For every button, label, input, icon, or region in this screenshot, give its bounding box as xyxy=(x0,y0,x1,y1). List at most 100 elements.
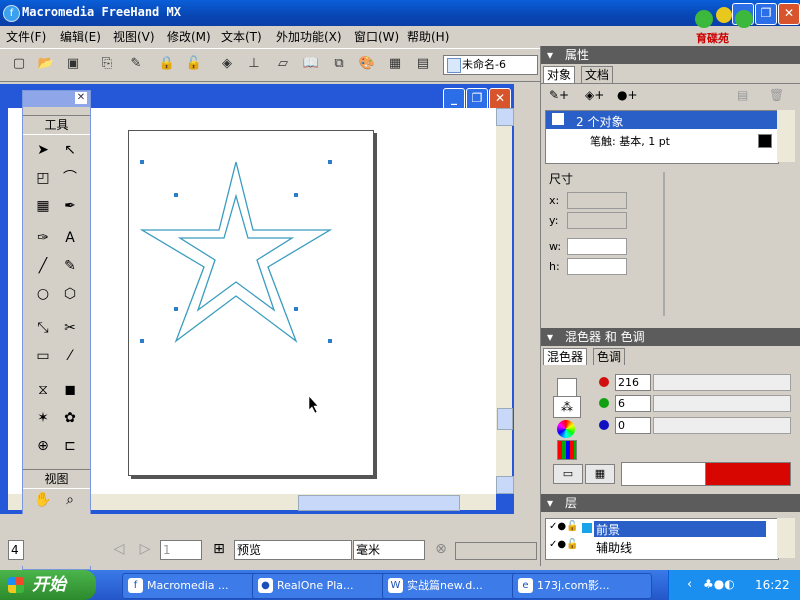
green-slider[interactable] xyxy=(653,395,791,412)
status-bar: 4 ◁ ▷ 1 ⊞ 预览 毫米 ⊗ xyxy=(0,514,540,566)
pointer-tool-icon[interactable]: ➤ xyxy=(32,139,54,161)
vertical-scrollbar[interactable] xyxy=(496,108,514,494)
duplicate-attribute-icon[interactable]: ▤ xyxy=(737,88,748,102)
brush-tool-icon[interactable]: ⁄ xyxy=(59,345,81,367)
lasso-tool-icon[interactable]: ⌒ xyxy=(59,167,81,189)
mouse-cursor-icon xyxy=(308,395,319,414)
windows-logo-icon xyxy=(8,577,24,593)
eyedropper-tool-icon[interactable]: ✒ xyxy=(59,195,81,217)
hand-tool-icon[interactable]: ✋ xyxy=(32,489,54,511)
add-stroke-icon[interactable]: ✎+ xyxy=(549,88,569,102)
stroke-row[interactable]: 笔触: 基本, 1 pt xyxy=(546,131,778,149)
delete-attribute-icon[interactable]: 🗑 xyxy=(769,88,784,102)
h-field[interactable] xyxy=(567,258,627,275)
layers-scrollbar[interactable] xyxy=(777,518,795,558)
system-tray: ‹ ♣●◐ 16:22 xyxy=(668,570,800,600)
view-mode-select[interactable]: 预览 xyxy=(234,540,352,560)
layer-color-swatch[interactable] xyxy=(582,523,592,533)
tools-panel-close-icon[interactable]: ✕ xyxy=(75,92,87,104)
pencil-tool-icon[interactable]: ✎ xyxy=(59,255,81,277)
x-field[interactable] xyxy=(567,192,627,209)
scroll-down-arrow-icon[interactable] xyxy=(496,476,514,494)
horizontal-scroll-thumb[interactable] xyxy=(298,495,460,511)
cancel-render-icon[interactable]: ⊗ xyxy=(430,538,452,560)
stroke-color-swatch[interactable] xyxy=(758,134,772,148)
system-color-icon[interactable] xyxy=(557,440,577,460)
blue-slider[interactable] xyxy=(653,417,791,434)
polygon-tool-icon[interactable]: ⬡ xyxy=(59,283,81,305)
mixer-panel-header: ▾ 混色器 和 色调 xyxy=(541,328,800,346)
red-value-field[interactable]: 216 xyxy=(615,374,651,391)
units-select[interactable]: 毫米 xyxy=(353,540,425,560)
ellipse-tool-icon[interactable]: ○ xyxy=(32,283,54,305)
add-to-swatches-icon[interactable]: ▭ xyxy=(553,464,583,484)
task-browser[interactable]: e 173j.com影... xyxy=(512,573,652,599)
tab-tints[interactable]: 色调 xyxy=(593,348,626,365)
add-fill-icon[interactable]: ◈+ xyxy=(585,88,604,102)
guides-layer-name: 辅助线 xyxy=(596,541,633,555)
next-page-icon[interactable]: ▷ xyxy=(134,538,156,560)
action-tool-icon[interactable]: ⊕ xyxy=(32,435,54,457)
red-slider[interactable] xyxy=(653,374,791,391)
layer-row-foreground[interactable]: ✓●🔓 前景 xyxy=(546,521,778,537)
size-label: 尺寸 xyxy=(549,172,574,186)
eraser-tool-icon[interactable]: ▭ xyxy=(32,345,54,367)
task-word[interactable]: W 实战篇new.d... xyxy=(382,573,522,599)
subselect-tool-icon[interactable]: ↖ xyxy=(59,139,81,161)
view-label: 视图 xyxy=(23,469,90,489)
start-button[interactable]: 开始 xyxy=(0,570,96,600)
add-page-icon[interactable]: ⊞ xyxy=(208,538,230,560)
scroll-up-arrow-icon[interactable] xyxy=(496,108,514,126)
collapse-arrow-icon[interactable]: ▾ xyxy=(547,46,553,64)
mixer-collapse-arrow-icon[interactable]: ▾ xyxy=(547,328,553,346)
spray-tool-icon[interactable]: ✿ xyxy=(59,407,81,429)
shadow-tool-icon[interactable]: ◼ xyxy=(59,379,81,401)
vertical-scroll-thumb[interactable] xyxy=(497,408,513,430)
page-tool-icon[interactable]: ◰ xyxy=(32,167,54,189)
object-checkbox[interactable] xyxy=(552,113,564,125)
scale-tool-icon[interactable]: ⤡ xyxy=(32,317,54,339)
add-to-tints-icon[interactable]: ▦ xyxy=(585,464,615,484)
layers-collapse-arrow-icon[interactable]: ▾ xyxy=(547,494,553,512)
tray-apps-icon[interactable]: ♣●◐ xyxy=(703,577,735,591)
back-arrow-icon[interactable]: ‹ xyxy=(687,577,692,592)
bezigon-tool-icon[interactable]: ✶ xyxy=(32,407,54,429)
add-effect-icon[interactable]: ●+ xyxy=(617,88,638,102)
line-tool-icon[interactable]: ╱ xyxy=(32,255,54,277)
page-field[interactable]: 1 xyxy=(160,540,202,560)
zoom-tool-icon[interactable]: ⌕ xyxy=(59,489,81,511)
task-realone[interactable]: ● RealOne Pla... xyxy=(252,573,392,599)
layers-list[interactable]: ✓●🔓 前景 ✓●🔓 辅助线 xyxy=(545,518,779,560)
connector-tool-icon[interactable]: ⊏ xyxy=(59,435,81,457)
tab-document[interactable]: 文档 xyxy=(581,66,614,83)
perspective-tool-icon[interactable]: ⧖ xyxy=(32,379,54,401)
clock[interactable]: 16:22 xyxy=(755,578,790,592)
object-count: 2 个对象 xyxy=(576,115,624,129)
trace-tool-icon[interactable]: ▦ xyxy=(32,195,54,217)
tab-object[interactable]: 对象 xyxy=(543,66,576,83)
prev-page-icon[interactable]: ◁ xyxy=(108,538,130,560)
blue-value-field[interactable]: 0 xyxy=(615,417,651,434)
knife-tool-icon[interactable]: ✂ xyxy=(59,317,81,339)
properties-title: 属性 xyxy=(565,48,590,62)
task-freehand[interactable]: f Macromedia ... xyxy=(122,573,262,599)
w-field[interactable] xyxy=(567,238,627,255)
object-list-scrollbar[interactable] xyxy=(777,110,795,162)
y-field[interactable] xyxy=(567,212,627,229)
w-label: w: xyxy=(549,240,562,253)
start-label: 开始 xyxy=(32,575,66,595)
rgb-mode-icon[interactable]: ⁂ xyxy=(553,396,581,418)
cmyk-mode-icon[interactable] xyxy=(557,378,577,398)
object-list[interactable]: 2 个对象 笔触: 基本, 1 pt xyxy=(545,110,779,164)
layer-visible-check-icon[interactable]: ✓●🔓 xyxy=(549,521,579,532)
layer-row-guides[interactable]: ✓●🔓 辅助线 xyxy=(546,539,778,555)
green-value-field[interactable]: 6 xyxy=(615,395,651,412)
object-row[interactable]: 2 个对象 xyxy=(546,111,778,129)
guides-visible-check-icon[interactable]: ✓●🔓 xyxy=(549,539,579,550)
tab-mixer[interactable]: 混色器 xyxy=(543,348,588,365)
text-tool-icon[interactable]: A xyxy=(59,227,81,249)
layer-name: 前景 xyxy=(594,521,766,537)
zoom-field[interactable]: 4 xyxy=(8,540,24,560)
pen-tool-icon[interactable]: ✑ xyxy=(32,227,54,249)
hls-mode-icon[interactable] xyxy=(557,420,575,438)
